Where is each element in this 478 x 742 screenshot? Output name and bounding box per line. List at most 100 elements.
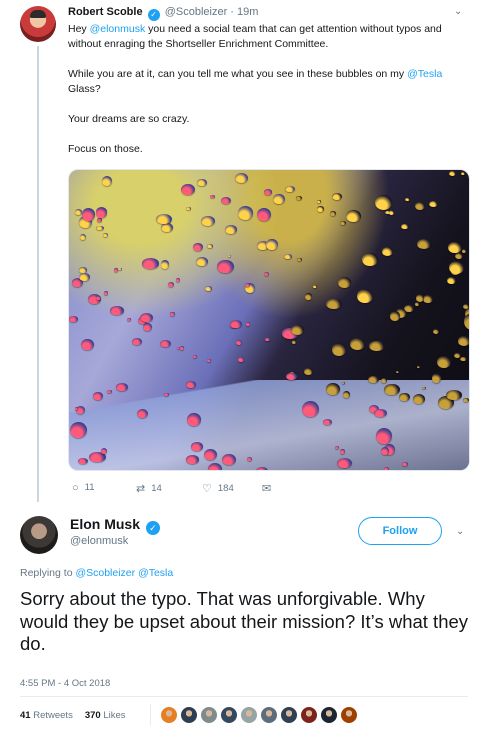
paragraph: While you are at it, can you tell me wha… (68, 67, 468, 97)
water-droplet (110, 306, 124, 315)
author-handle[interactable]: @elonmusk (70, 535, 128, 547)
water-droplet (431, 373, 441, 383)
water-droplet (316, 199, 322, 203)
water-droplet (304, 293, 312, 300)
water-droplet (179, 345, 185, 350)
water-droplet (170, 312, 175, 316)
water-droplet (343, 391, 351, 398)
avatar[interactable] (20, 6, 56, 42)
water-droplet (402, 462, 408, 466)
water-droplet (388, 210, 394, 215)
liker-avatar[interactable] (160, 706, 178, 724)
like-count: 184 (217, 483, 234, 494)
water-droplet (81, 208, 95, 221)
water-droplet (137, 408, 149, 418)
water-droplet (97, 218, 102, 223)
water-droplet (334, 445, 339, 449)
water-droplet (357, 288, 373, 303)
water-droplet (458, 336, 469, 346)
water-droplet (187, 412, 201, 426)
water-droplet (302, 401, 319, 418)
water-droplet (384, 383, 400, 396)
water-droplet (460, 356, 467, 362)
liker-avatar[interactable] (220, 706, 238, 724)
mention-link[interactable]: @Tesla (138, 567, 173, 579)
likes-stat[interactable]: 370 Likes (85, 710, 126, 721)
water-droplet (180, 183, 195, 195)
water-droplet (332, 342, 346, 356)
water-droplet (317, 205, 325, 212)
liker-avatar[interactable] (200, 706, 218, 724)
water-droplet (446, 276, 456, 285)
liker-avatar[interactable] (280, 706, 298, 724)
divider (20, 696, 468, 697)
replying-prefix: Replying to (20, 567, 76, 579)
water-droplet (255, 467, 268, 470)
text-run: Glass? (68, 83, 101, 95)
water-droplet (127, 318, 131, 321)
heart-icon: ♡ (202, 483, 212, 495)
water-droplet (256, 207, 271, 222)
water-droplet (369, 341, 386, 351)
water-droplet (381, 246, 394, 256)
water-droplet (80, 339, 94, 351)
water-droplet (217, 259, 234, 274)
water-droplet (69, 316, 79, 322)
water-droplet (375, 427, 393, 444)
tweet-timestamp[interactable]: 4:55 PM - 4 Oct 2018 (20, 678, 110, 689)
water-droplet (139, 312, 153, 323)
water-droplet (163, 392, 169, 397)
mention-link[interactable]: @elonmusk (90, 23, 146, 35)
retweet-icon: ⇄ (136, 483, 146, 495)
retweet-button[interactable]: ⇄ 14 (136, 482, 162, 495)
water-droplet (448, 242, 462, 254)
liker-avatar[interactable] (320, 706, 338, 724)
water-droplet (191, 442, 203, 451)
water-droplet (389, 311, 401, 321)
chevron-down-icon[interactable]: ⌄ (454, 6, 464, 17)
water-droplet (96, 295, 102, 300)
paragraph: Hey @elonmusk you need a social team tha… (68, 22, 468, 52)
water-droplet (303, 368, 314, 375)
water-droplet (103, 291, 109, 295)
retweets-count: 41 (20, 710, 31, 721)
water-droplet (264, 271, 269, 276)
water-droplet (210, 194, 216, 198)
reply-button[interactable]: ○ 11 (72, 482, 95, 494)
water-droplet (160, 260, 169, 269)
water-droplet (237, 206, 254, 220)
water-droplet (375, 195, 392, 211)
chevron-down-icon[interactable]: ⌄ (456, 526, 464, 537)
water-droplet (367, 375, 380, 383)
author-name[interactable]: Elon Musk (70, 516, 140, 532)
tweet-photo[interactable] (68, 169, 470, 471)
liker-avatar[interactable] (180, 706, 198, 724)
water-droplet (339, 448, 346, 454)
author-name[interactable]: Robert Scoble (68, 6, 143, 18)
water-droplet (264, 189, 273, 195)
reply-icon: ○ (72, 482, 79, 494)
avatar[interactable] (20, 516, 58, 554)
paragraph: Focus on those. (68, 143, 143, 155)
liker-avatar[interactable] (260, 706, 278, 724)
retweets-stat[interactable]: 41 Retweets (20, 710, 73, 721)
follow-button[interactable]: Follow (358, 517, 442, 545)
liker-avatar[interactable] (300, 706, 318, 724)
author-handle[interactable]: @Scobleizer (165, 6, 228, 18)
mention-link[interactable]: @Scobleizer (75, 567, 135, 579)
water-droplet (78, 267, 87, 273)
water-droplet (446, 390, 463, 400)
liker-avatar[interactable] (340, 706, 358, 724)
water-droplet (96, 225, 104, 231)
mention-link[interactable]: @Tesla (407, 68, 442, 80)
liker-avatar[interactable] (240, 706, 258, 724)
water-droplet (460, 171, 465, 176)
tweet-time[interactable]: 19m (237, 6, 258, 18)
water-droplet (77, 457, 88, 465)
divider (150, 704, 151, 726)
water-droplet (221, 453, 237, 465)
like-button[interactable]: ♡ 184 (202, 482, 234, 495)
likes-label: Likes (103, 710, 126, 721)
message-button[interactable]: ✉ (262, 482, 277, 495)
water-droplet (224, 225, 237, 234)
